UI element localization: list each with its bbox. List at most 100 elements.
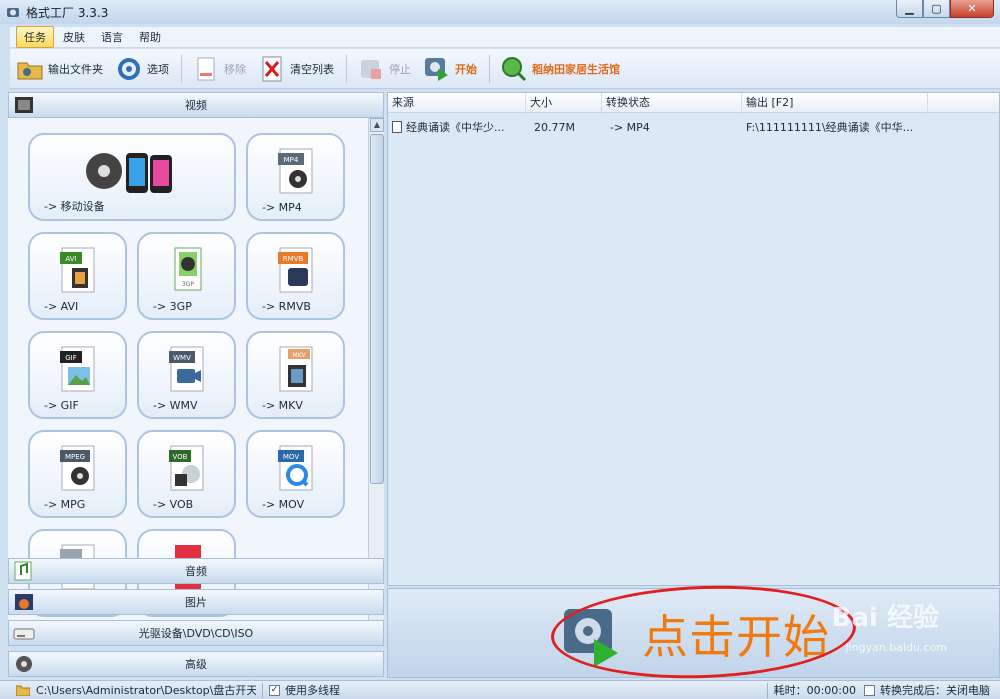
column-status[interactable]: 转换状态 [602,93,742,113]
column-filler [928,93,999,113]
options-label: 选项 [147,62,169,76]
gear-icon [118,57,140,80]
promo-link[interactable]: 稻纳田家居生活馆 [500,51,620,87]
music-note-icon [14,561,32,581]
category-video-header[interactable]: 视频 [8,92,384,118]
menu-bar: 任务 皮肤 语言 帮助 [10,26,1000,48]
menu-skin[interactable]: 皮肤 [56,27,92,47]
wmv-file-icon: WMV [168,346,203,392]
maximize-button[interactable]: ▢ [923,0,950,18]
column-size[interactable]: 大小 [526,93,602,113]
mpg-file-icon: MPEG [59,445,94,491]
mov-badge: MOV [282,453,298,461]
format-tile-avi[interactable]: AVI -> AVI [28,232,127,320]
toolbar-separator [489,54,490,83]
scroll-up-button[interactable]: ▲ [370,118,384,132]
remove-button[interactable]: 移除 [192,51,246,87]
film-icon [15,97,33,113]
category-image-label: 图片 [185,596,207,609]
search-globe-icon [502,56,527,81]
output-folder-label: 输出文件夹 [48,62,103,76]
toolbar-separator [181,54,182,83]
clear-list-icon [262,56,282,81]
row-source-text: 经典诵读《中华少... [406,121,505,134]
multithread-checkbox[interactable]: ✓ [269,684,280,696]
format-tile-mobile[interactable]: -> 移动设备 [28,133,236,221]
clear-list-label: 清空列表 [290,62,334,76]
remove-icon [197,57,215,80]
options-button[interactable]: 选项 [115,51,169,87]
shutdown-label: 转换完成后：关闭电脑 [880,684,990,697]
column-output[interactable]: 输出 [F2] [742,93,928,113]
output-folder-button[interactable]: 输出文件夹 [16,51,103,87]
row-status: -> MP4 [610,120,650,134]
minimize-button[interactable]: ▁ [896,0,923,18]
category-audio-header[interactable]: 音频 [8,558,384,584]
avi-file-icon: AVI [59,247,94,293]
start-icon [425,57,448,81]
shutdown-checkbox[interactable] [864,684,875,696]
format-tile-wmv[interactable]: WMV -> WMV [137,331,236,419]
table-row[interactable]: 经典诵读《中华少... 20.77M -> MP4 F:\111111111\经… [388,117,999,137]
maximize-icon: ▢ [931,2,942,15]
3gp-file-icon: 3GP [174,247,201,291]
format-label: -> WMV [153,399,198,412]
mkv-badge: MKV [292,352,306,359]
promo-label: 稻纳田家居生活馆 [532,62,620,76]
file-icon [392,121,402,133]
window-title: 格式工厂 3.3.3 [26,5,109,20]
category-advanced-header[interactable]: 高级 [8,651,384,677]
format-label: -> MPG [44,498,86,511]
category-advanced-label: 高级 [185,658,207,671]
format-tile-vob[interactable]: VOB -> VOB [137,430,236,518]
elapsed-time: 耗时：00:00:00 [773,684,856,697]
format-tile-gif[interactable]: GIF -> GIF [28,331,127,419]
format-label: -> MKV [262,399,303,412]
start-button[interactable]: 开始 [423,51,477,87]
toolbar: 输出文件夹 选项 移除 清空列表 停止 开始 稻纳田家居生活馆 [10,49,1000,89]
output-path: C:\Users\Administrator\Desktop\盘古开天地 [36,684,256,697]
format-label: -> MP4 [262,201,302,214]
scroll-thumb[interactable] [370,134,384,484]
format-tile-3gp[interactable]: 3GP -> 3GP [137,232,236,320]
clear-list-button[interactable]: 清空列表 [258,51,334,87]
format-label: -> RMVB [262,300,311,313]
row-output: F:\111111111\经典诵读《中华... [746,121,914,134]
picture-icon [15,594,33,610]
format-label: -> 3GP [153,300,192,313]
format-tile-mp4[interactable]: MP4 -> MP4 [246,133,345,221]
format-label: -> VOB [153,498,194,511]
vob-badge: VOB [172,453,187,461]
menu-help[interactable]: 帮助 [132,27,168,47]
format-label: -> AVI [44,300,79,313]
category-disc-header[interactable]: 光驱设备\DVD\CD\ISO [8,620,384,646]
3gp-badge: 3GP [181,281,193,288]
vob-file-icon: VOB [168,445,203,491]
stop-icon [361,59,381,79]
wmv-badge: WMV [173,354,191,362]
format-tile-mov[interactable]: MOV -> MOV [246,430,345,518]
close-button[interactable]: ✕ [950,0,994,18]
status-bar: C:\Users\Administrator\Desktop\盘古开天地 ✓ 使… [0,680,1000,699]
category-image-header[interactable]: 图片 [8,589,384,615]
task-list: 来源 大小 转换状态 输出 [F2] 经典诵读《中华少... 20.77M ->… [387,92,1000,586]
close-icon: ✕ [967,2,977,15]
chevron-up-icon: ▲ [373,120,381,129]
format-tile-mkv[interactable]: MKV -> MKV [246,331,345,419]
menu-language[interactable]: 语言 [94,27,130,47]
remove-label: 移除 [224,62,246,76]
disc-drive-icon [13,628,35,640]
watermark: Bai 经验 [831,603,939,633]
rmvb-file-icon: RMVB [277,247,312,293]
mp4-badge: MP4 [283,156,298,164]
folder-icon[interactable] [16,685,30,696]
stop-button[interactable]: 停止 [357,51,411,87]
start-area: 点击开始 Bai 经验 jingyan.baidu.com [387,580,1000,684]
folder-icon [17,62,43,79]
column-source[interactable]: 来源 [388,93,526,113]
format-tile-mpg[interactable]: MPEG -> MPG [28,430,127,518]
format-tile-rmvb[interactable]: RMVB -> RMVB [246,232,345,320]
stop-label: 停止 [389,62,411,76]
menu-task[interactable]: 任务 [16,26,54,48]
format-label: -> GIF [44,399,79,412]
